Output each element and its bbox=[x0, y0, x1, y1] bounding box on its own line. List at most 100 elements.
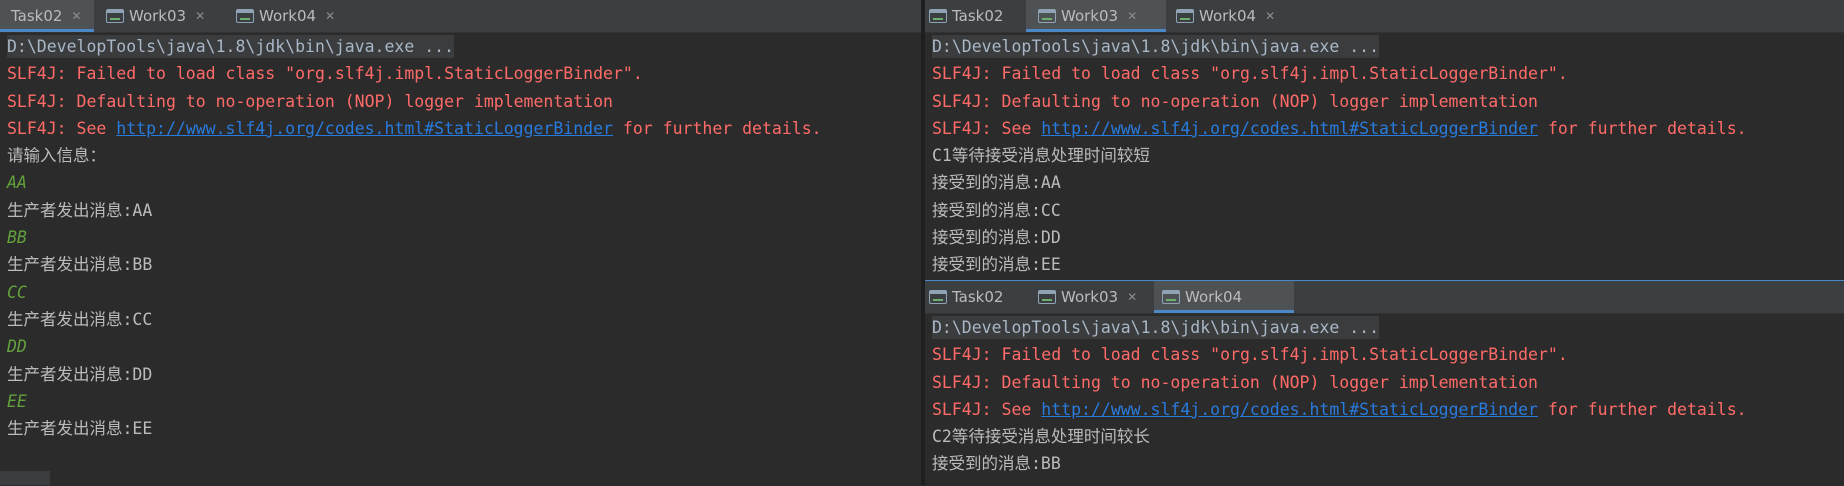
console-line-text: for further details. bbox=[1537, 399, 1747, 419]
console-line: DD bbox=[0, 333, 921, 360]
console-line-text: 接受到的消息:CC bbox=[932, 200, 1061, 220]
tab-label: Task02 bbox=[952, 288, 1004, 306]
console-line: 生产者发出消息:AA bbox=[0, 197, 921, 224]
user-input-echo: BB bbox=[7, 228, 27, 248]
tab-task02[interactable]: Task02 bbox=[925, 0, 1029, 32]
console-line-text: for further details. bbox=[1537, 118, 1747, 138]
console-line-text: 生产者发出消息:DD bbox=[7, 364, 153, 384]
tab-work03[interactable]: Work03 ✕ bbox=[106, 0, 218, 32]
console-line-text: SLF4J: Failed to load class "org.slf4j.i… bbox=[932, 345, 1568, 365]
java-command[interactable]: D:\DevelopTools\java\1.8\jdk\bin\java.ex… bbox=[932, 316, 1380, 339]
console-line: D:\DevelopTools\java\1.8\jdk\bin\java.ex… bbox=[925, 314, 1844, 341]
console-line-text: SLF4J: Failed to load class "org.slf4j.i… bbox=[932, 64, 1568, 84]
tab-work04[interactable]: Work04 bbox=[1154, 281, 1294, 313]
tab-work04[interactable]: Work04 ✕ bbox=[1168, 0, 1288, 32]
tab-label: Work03 bbox=[129, 7, 187, 25]
console-line: 生产者发出消息:BB bbox=[0, 251, 921, 278]
console-output[interactable]: D:\DevelopTools\java\1.8\jdk\bin\java.ex… bbox=[0, 33, 921, 442]
close-icon[interactable]: ✕ bbox=[1127, 9, 1137, 23]
tab-label: Work03 bbox=[1061, 7, 1119, 25]
left-tab-bar: Task02 ✕ Work03 ✕ Work04 ✕ bbox=[0, 0, 921, 33]
window-icon bbox=[1038, 290, 1056, 304]
slf4j-link[interactable]: http://www.slf4j.org/codes.html#StaticLo… bbox=[116, 119, 613, 138]
java-command[interactable]: D:\DevelopTools\java\1.8\jdk\bin\java.ex… bbox=[932, 35, 1380, 58]
console-line-text: 接受到的消息:AA bbox=[932, 173, 1061, 193]
console-output[interactable]: D:\DevelopTools\java\1.8\jdk\bin\java.ex… bbox=[925, 314, 1844, 478]
close-icon[interactable]: ✕ bbox=[1265, 9, 1275, 23]
console-line: SLF4J: Defaulting to no-operation (NOP) … bbox=[0, 88, 921, 115]
console-line: C1等待接受消息处理时间较短 bbox=[925, 142, 1844, 169]
console-line-text: SLF4J: See bbox=[7, 118, 117, 138]
user-input-echo: EE bbox=[7, 391, 27, 411]
close-icon[interactable]: ✕ bbox=[71, 9, 81, 23]
console-line-text: 生产者发出消息:EE bbox=[7, 419, 153, 439]
console-line: SLF4J: Defaulting to no-operation (NOP) … bbox=[925, 369, 1844, 396]
console-line: 接受到的消息:DD bbox=[925, 224, 1844, 251]
window-icon bbox=[106, 9, 124, 23]
left-console-panel: Task02 ✕ Work03 ✕ Work04 ✕ D:\DevelopToo… bbox=[0, 0, 921, 485]
console-line-text: for further details. bbox=[612, 118, 822, 138]
console-line-text: SLF4J: Failed to load class "org.slf4j.i… bbox=[7, 64, 643, 84]
console-line: EE bbox=[0, 388, 921, 415]
window-icon bbox=[1162, 290, 1180, 304]
console-line: SLF4J: See http://www.slf4j.org/codes.ht… bbox=[0, 115, 921, 142]
console-line-text: 生产者发出消息:CC bbox=[7, 309, 153, 329]
console-line: SLF4J: See http://www.slf4j.org/codes.ht… bbox=[925, 396, 1844, 423]
window-icon bbox=[929, 290, 947, 304]
console-line: D:\DevelopTools\java\1.8\jdk\bin\java.ex… bbox=[0, 33, 921, 60]
slf4j-link[interactable]: http://www.slf4j.org/codes.html#StaticLo… bbox=[1041, 400, 1538, 419]
console-output[interactable]: D:\DevelopTools\java\1.8\jdk\bin\java.ex… bbox=[925, 33, 1844, 279]
tab-task02[interactable]: Task02 ✕ bbox=[0, 0, 94, 32]
console-line: 请输入信息： bbox=[0, 142, 921, 169]
console-line: D:\DevelopTools\java\1.8\jdk\bin\java.ex… bbox=[925, 33, 1844, 60]
console-line-text: SLF4J: See bbox=[932, 118, 1042, 138]
user-input-echo: CC bbox=[7, 282, 27, 302]
console-line: 接受到的消息:AA bbox=[925, 169, 1844, 196]
close-icon[interactable]: ✕ bbox=[325, 9, 335, 23]
tab-label: Task02 bbox=[952, 7, 1004, 25]
close-icon[interactable]: ✕ bbox=[195, 9, 205, 23]
console-line: AA bbox=[0, 169, 921, 196]
console-line: 生产者发出消息:DD bbox=[0, 361, 921, 388]
tab-label: Work04 bbox=[1185, 288, 1243, 306]
console-line-text: 接受到的消息:EE bbox=[932, 255, 1061, 275]
console-line: SLF4J: Failed to load class "org.slf4j.i… bbox=[925, 60, 1844, 87]
window-icon bbox=[1038, 9, 1056, 23]
close-icon[interactable]: ✕ bbox=[1127, 290, 1137, 304]
console-line: BB bbox=[0, 224, 921, 251]
console-line-text: 接受到的消息:DD bbox=[932, 228, 1061, 248]
console-line-text: 接受到的消息:BB bbox=[932, 454, 1061, 474]
user-input-echo: AA bbox=[7, 173, 27, 193]
right-bottom-console-panel: Task02 Work03 ✕ Work04 D:\DevelopTools\j… bbox=[925, 280, 1844, 486]
console-line: SLF4J: Failed to load class "org.slf4j.i… bbox=[925, 341, 1844, 368]
window-icon bbox=[1176, 9, 1194, 23]
console-line-text: SLF4J: Defaulting to no-operation (NOP) … bbox=[7, 91, 613, 111]
console-line: 接受到的消息:CC bbox=[925, 197, 1844, 224]
console-line: 生产者发出消息:CC bbox=[0, 306, 921, 333]
console-line-text: C2等待接受消息处理时间较长 bbox=[932, 427, 1150, 447]
console-line: 接受到的消息:EE bbox=[925, 251, 1844, 278]
console-line-text: 生产者发出消息:BB bbox=[7, 255, 153, 275]
console-line: 生产者发出消息:EE bbox=[0, 415, 921, 442]
window-icon bbox=[929, 9, 947, 23]
right-top-console-panel: Task02 Work03 ✕ Work04 ✕ D:\DevelopTools… bbox=[925, 0, 1844, 279]
console-line-text: SLF4J: Defaulting to no-operation (NOP) … bbox=[932, 91, 1538, 111]
tab-work03[interactable]: Work03 ✕ bbox=[1026, 281, 1166, 313]
tab-label: Work04 bbox=[259, 7, 317, 25]
java-command[interactable]: D:\DevelopTools\java\1.8\jdk\bin\java.ex… bbox=[7, 35, 455, 58]
tab-work03[interactable]: Work03 ✕ bbox=[1026, 0, 1166, 32]
console-line: C2等待接受消息处理时间较长 bbox=[925, 423, 1844, 450]
slf4j-link[interactable]: http://www.slf4j.org/codes.html#StaticLo… bbox=[1041, 119, 1538, 138]
console-line-text: SLF4J: Defaulting to no-operation (NOP) … bbox=[932, 372, 1538, 392]
console-line-text: 请输入信息： bbox=[7, 146, 106, 166]
console-line: SLF4J: Defaulting to no-operation (NOP) … bbox=[925, 88, 1844, 115]
tab-work04[interactable]: Work04 ✕ bbox=[236, 0, 348, 32]
tab-label: Work03 bbox=[1061, 288, 1119, 306]
tab-task02[interactable]: Task02 bbox=[925, 281, 1029, 313]
horizontal-scrollbar[interactable] bbox=[0, 471, 50, 485]
window-icon bbox=[236, 9, 254, 23]
console-line: SLF4J: See http://www.slf4j.org/codes.ht… bbox=[925, 115, 1844, 142]
console-line-text: SLF4J: See bbox=[932, 399, 1042, 419]
right-bottom-tab-bar: Task02 Work03 ✕ Work04 bbox=[925, 281, 1844, 314]
tab-label: Work04 bbox=[1199, 7, 1257, 25]
